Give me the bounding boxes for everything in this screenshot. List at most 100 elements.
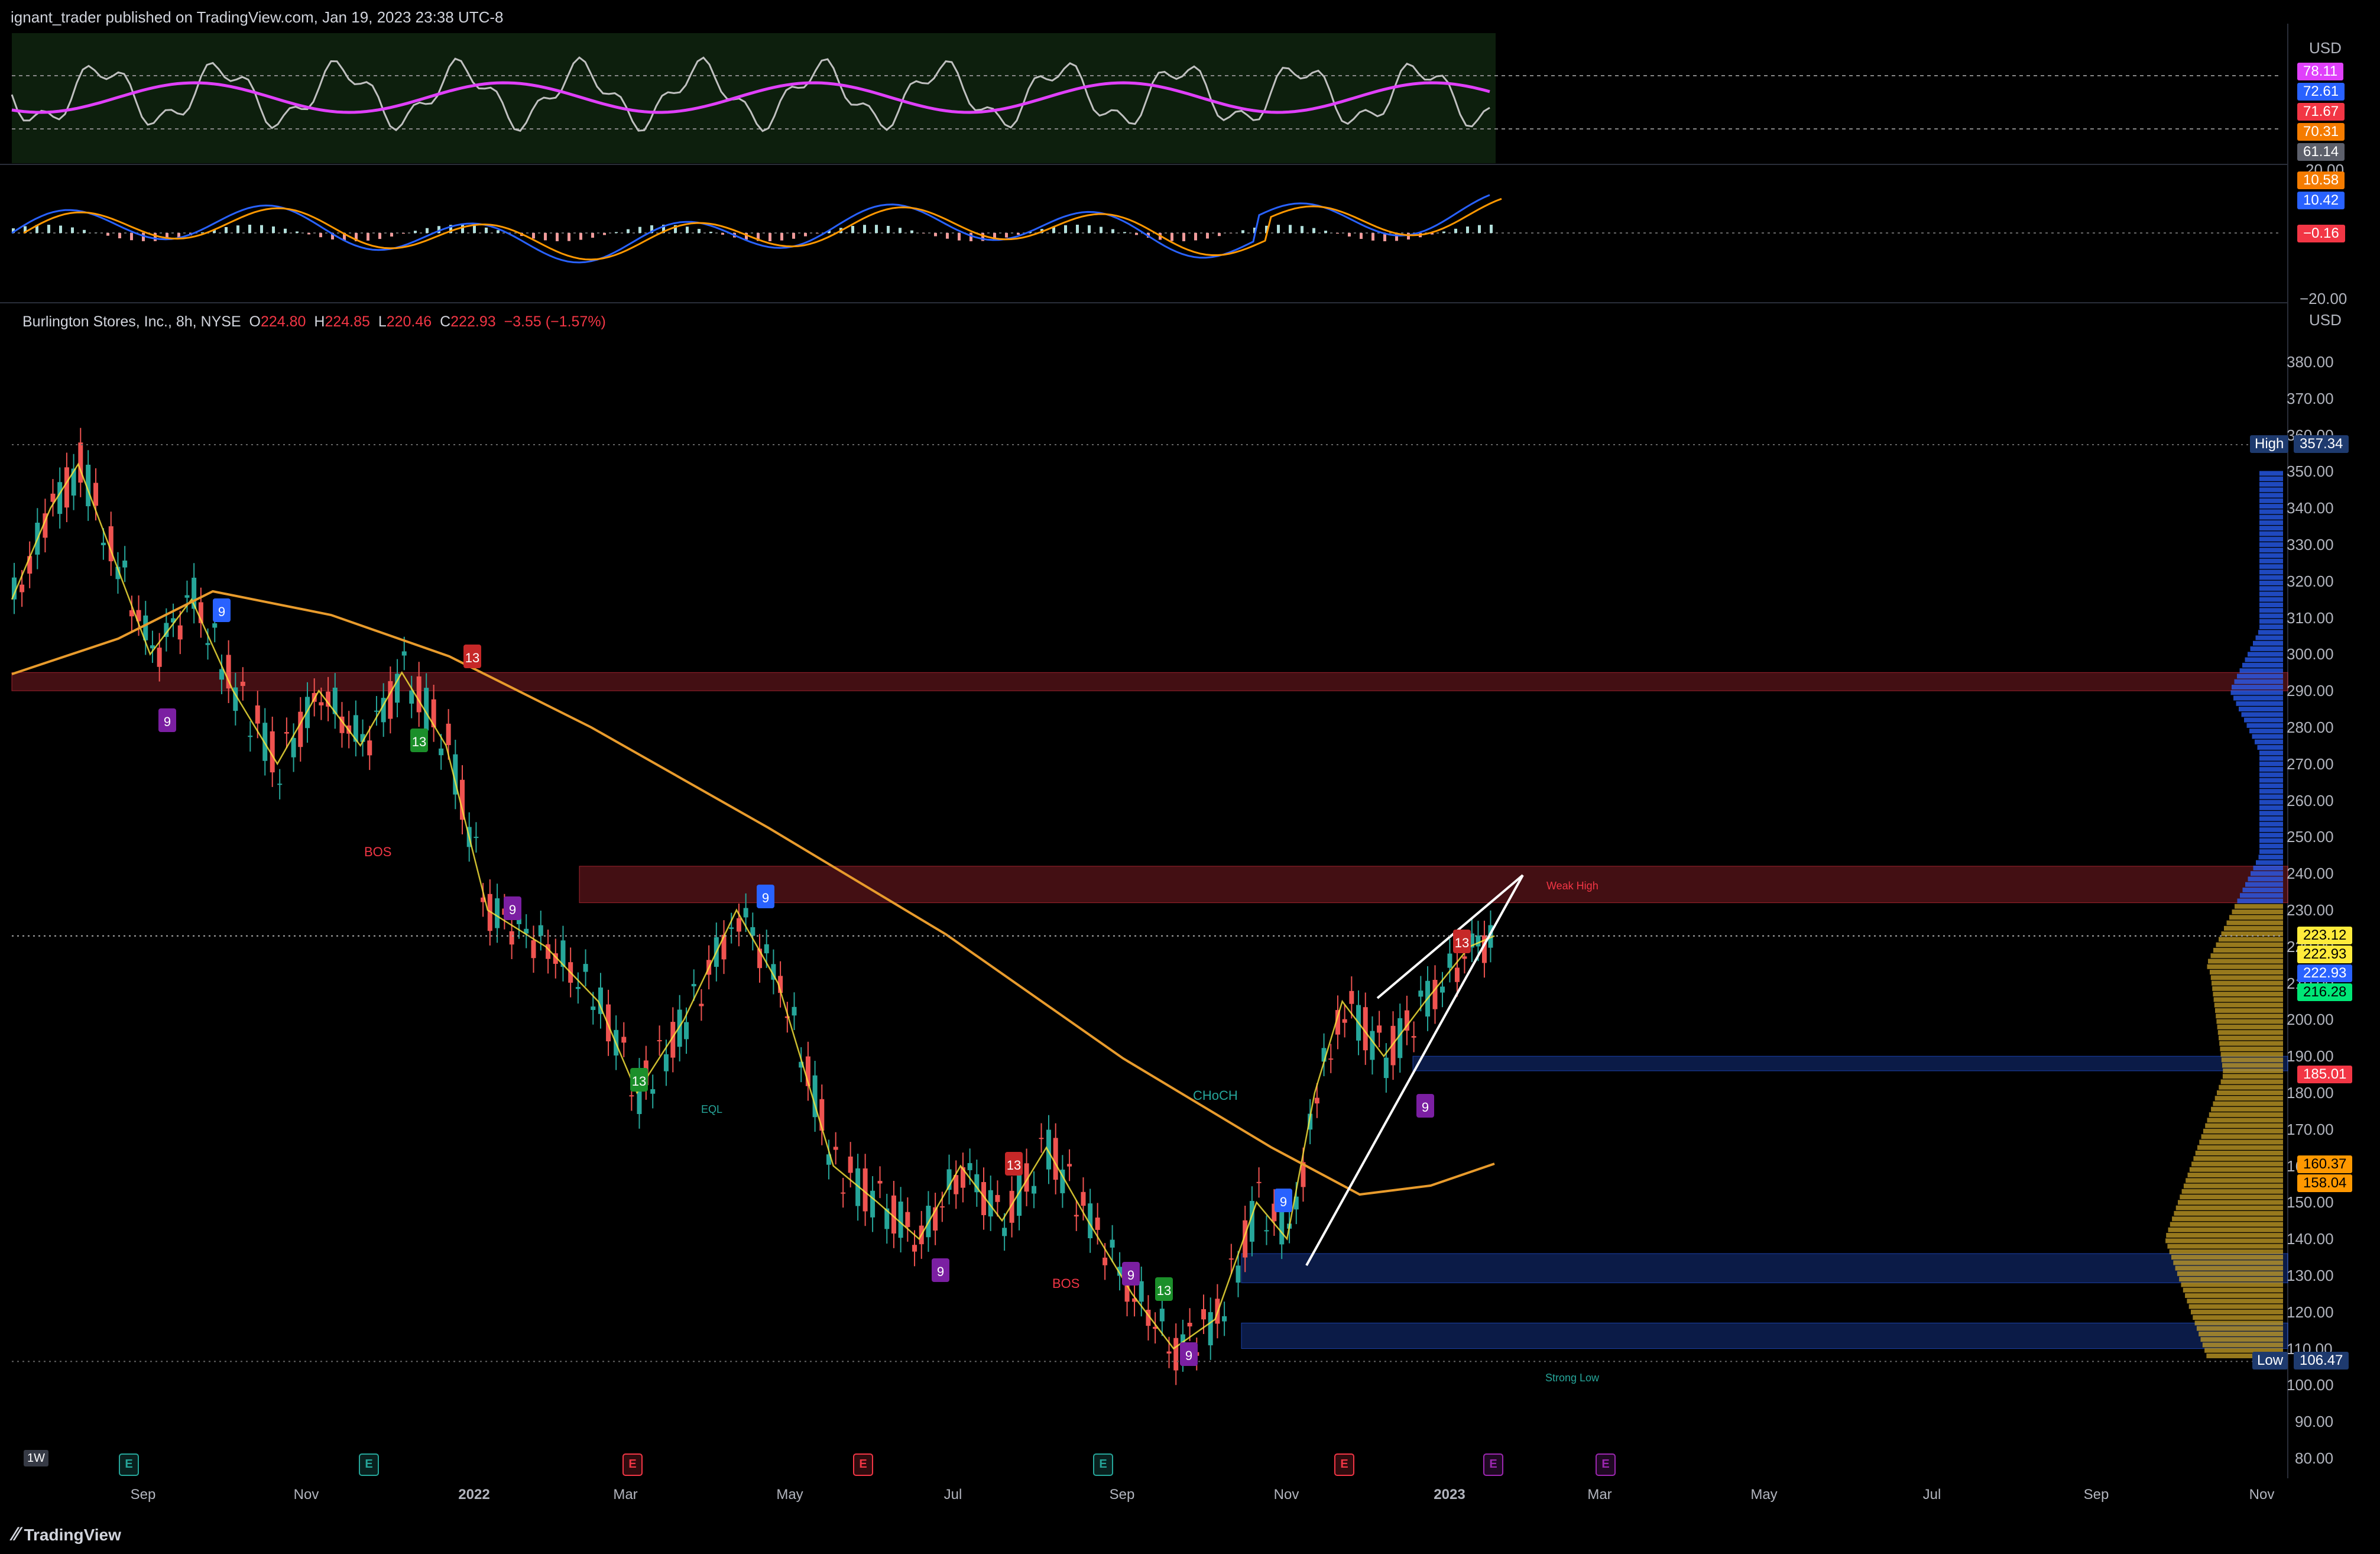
high-tag: High: [2250, 435, 2289, 453]
time-tick: Mar: [1587, 1487, 1612, 1503]
volume-profile-bar: [2210, 975, 2283, 980]
td-count-label: 9: [1185, 1348, 1192, 1363]
price-badge: 160.37: [2297, 1155, 2353, 1174]
volume-profile-bar: [2185, 1293, 2283, 1298]
macd-histogram-bar: [59, 225, 62, 233]
time-tick: May: [1750, 1487, 1778, 1503]
candle-body: [1159, 1309, 1165, 1322]
volume-profile-bar: [2230, 690, 2283, 695]
volume-profile-bar: [2207, 1118, 2283, 1123]
candle-body: [531, 940, 536, 959]
time-tick: Sep: [1109, 1487, 1135, 1503]
price-badge: 222.93: [2297, 964, 2353, 982]
volume-profile-bar: [2175, 1205, 2283, 1210]
earnings-event-icon[interactable]: E: [1093, 1453, 1113, 1476]
candle-body: [374, 710, 379, 712]
interval-badge[interactable]: 1W: [24, 1450, 48, 1466]
macd-histogram-bar: [1206, 233, 1209, 239]
earnings-event-icon[interactable]: E: [119, 1453, 139, 1476]
macd-histogram-bar: [1454, 228, 1457, 233]
change-value: −3.55 (−1.57%): [504, 313, 606, 330]
td-count-label: 13: [632, 1074, 646, 1089]
volume-profile-bar: [2259, 772, 2283, 778]
brand-name: TradingView: [24, 1526, 121, 1544]
candle-body: [905, 1212, 910, 1228]
macd-histogram-bar: [473, 225, 476, 233]
earnings-event-icon[interactable]: E: [853, 1453, 873, 1476]
macd-histogram-bar: [461, 225, 464, 233]
choch-label-1: CHoCH: [1193, 1088, 1238, 1103]
time-tick: May: [776, 1487, 803, 1503]
macd-histogram-bar: [497, 230, 500, 233]
price-tick: 130.00: [2287, 1267, 2334, 1284]
macd-histogram-bar: [804, 233, 807, 237]
candle-body: [1228, 1258, 1234, 1260]
volume-profile-bar: [2259, 558, 2283, 564]
macd-histogram-bar: [1088, 225, 1091, 233]
volume-profile-bar: [2222, 1063, 2283, 1068]
earnings-event-icon[interactable]: E: [1596, 1453, 1616, 1476]
volume-profile-bar: [2259, 509, 2283, 514]
macd-histogram-bar: [284, 228, 287, 233]
price-tick: 370.00: [2287, 389, 2334, 407]
volume-profile-bar: [2259, 504, 2283, 509]
time-tick: Nov: [2249, 1487, 2275, 1503]
volume-profile-bar: [2251, 871, 2283, 876]
time-tick: Nov: [293, 1487, 319, 1503]
time-tick: Nov: [1273, 1487, 1299, 1503]
candle-body: [1411, 1036, 1416, 1038]
price-tick: 120.00: [2287, 1303, 2334, 1321]
volume-profile-bar: [2259, 591, 2283, 597]
td-count-label: 13: [1007, 1158, 1021, 1173]
close-value: 222.93: [450, 313, 496, 330]
volume-profile-bar: [2259, 514, 2283, 520]
candle-body: [367, 740, 372, 756]
macd-histogram-bar: [792, 233, 795, 239]
oscillator-badge: 78.11: [2297, 63, 2344, 80]
price-badge: 223.12: [2297, 926, 2353, 944]
volume-profile-bar: [2259, 520, 2283, 525]
price-tick: 300.00: [2287, 645, 2334, 663]
oscillator-badge: 70.31: [2297, 123, 2345, 141]
volume-profile-bar: [2214, 1096, 2283, 1101]
volume-profile-bar: [2253, 865, 2283, 870]
candle-body: [446, 723, 451, 746]
volume-profile-bar: [2240, 893, 2283, 898]
td-count-label: 13: [412, 734, 426, 749]
price-tick: 290.00: [2287, 682, 2334, 700]
candle-body: [1342, 1019, 1347, 1023]
volume-profile-bar: [2215, 1008, 2283, 1013]
candle-body: [1370, 1031, 1375, 1060]
volume-profile-bar: [2236, 701, 2283, 706]
earnings-event-icon[interactable]: E: [359, 1453, 379, 1476]
td-count-label: 9: [218, 604, 225, 619]
candle-body: [1067, 1164, 1072, 1167]
candle-body: [995, 1194, 1000, 1202]
macd-histogram-bar: [1100, 226, 1103, 233]
candle-body: [1039, 1138, 1044, 1139]
volume-profile-bar: [2245, 882, 2283, 887]
volume-profile-bar: [2259, 805, 2283, 810]
earnings-event-icon[interactable]: E: [1334, 1453, 1354, 1476]
high-label: H: [314, 313, 325, 330]
tradingview-logo[interactable]: ⁄⁄ TradingView: [13, 1523, 121, 1545]
volume-profile-bar: [2235, 904, 2283, 909]
macd-histogram-bar: [934, 233, 937, 237]
volume-profile-bar: [2213, 947, 2283, 953]
macd-histogram-bar: [260, 225, 263, 233]
earnings-event-icon[interactable]: E: [622, 1453, 643, 1476]
volume-profile-bar: [2178, 1200, 2283, 1205]
price-tick: 240.00: [2287, 865, 2334, 883]
volume-profile-bar: [2259, 493, 2283, 498]
price-tick: 200.00: [2287, 1011, 2334, 1029]
macd-histogram-bar: [591, 233, 594, 238]
price-tick: 310.00: [2287, 608, 2334, 627]
volume-profile-bar: [2224, 925, 2283, 931]
volume-profile-bar: [2221, 1057, 2283, 1063]
volume-profile-bar: [2253, 640, 2283, 646]
candle-body: [1032, 1186, 1037, 1194]
price-chart[interactable]: 9 13 9 13 9 9 13 13 9 9 13 9 9 9 13: [0, 0, 2380, 1554]
earnings-event-icon[interactable]: E: [1483, 1453, 1503, 1476]
volume-profile-bar: [2259, 624, 2283, 630]
macd-histogram-bar: [296, 231, 299, 233]
